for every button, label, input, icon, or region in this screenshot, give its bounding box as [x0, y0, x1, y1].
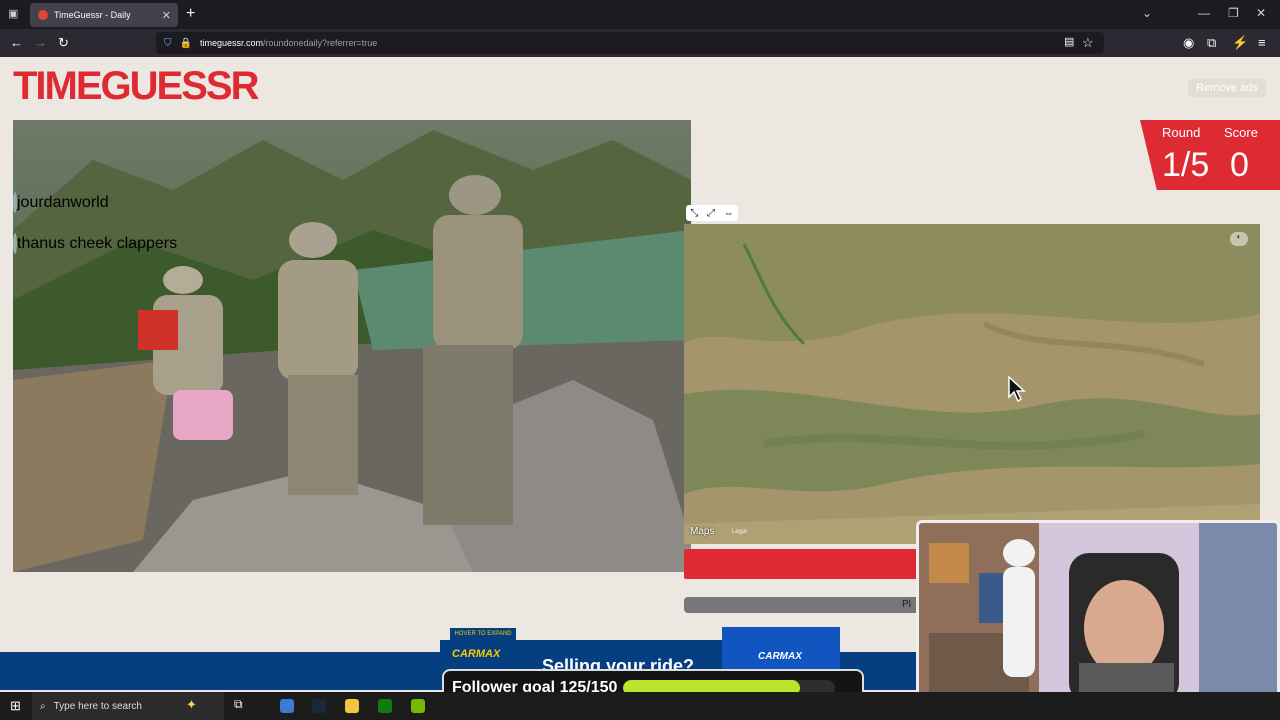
lock-icon[interactable]: 🔒: [180, 38, 192, 49]
tab-title: TimeGuessr - Daily: [54, 10, 131, 20]
task-view-icon[interactable]: ⧉: [234, 697, 243, 712]
remove-ads-button[interactable]: Remove ads: [1188, 79, 1266, 97]
round-value: 1/5: [1162, 146, 1210, 184]
carmax-logo: CARMAX: [758, 651, 802, 662]
ad-expand-label[interactable]: HOVER TO EXPAND: [450, 628, 516, 640]
close-tab-icon[interactable]: ✕: [162, 9, 171, 22]
steam-icon[interactable]: [312, 699, 326, 713]
maps-legal-link[interactable]: Legal: [732, 529, 747, 535]
mouse-cursor-icon: [1008, 376, 1026, 402]
score-label: Score: [1224, 125, 1258, 140]
viewer-entry: thanus cheek clappers: [13, 233, 178, 254]
compass-icon[interactable]: ◐: [1230, 232, 1248, 246]
minimize-icon[interactable]: —: [1198, 6, 1210, 20]
file-explorer-icon[interactable]: [345, 699, 359, 713]
round-score-panel: Round Score 1/5 0: [1140, 120, 1280, 190]
nvidia-icon[interactable]: [411, 699, 425, 713]
windows-taskbar: ⊞ ⌕ Type here to search ✦ ⧉: [0, 692, 1280, 720]
forward-icon[interactable]: →: [34, 35, 47, 50]
window-close-icon[interactable]: ✕: [1256, 6, 1266, 20]
taskbar-search-placeholder: Type here to search: [53, 700, 142, 712]
apple-maps-attribution: Maps: [690, 526, 715, 537]
back-icon[interactable]: ←: [10, 35, 23, 50]
shrink-map-icon[interactable]: ⤡: [690, 208, 698, 219]
carmax-logo: CARMAX: [452, 648, 501, 660]
restore-icon[interactable]: ❐: [1228, 6, 1239, 20]
extensions-icon[interactable]: ⧉: [1207, 35, 1216, 51]
favicon-icon: [38, 10, 48, 20]
url-text: timeguessr.com/roundonedaily?referrer=tr…: [199, 38, 378, 48]
extension-icon[interactable]: ⚡: [1232, 35, 1248, 51]
bookmark-star-icon[interactable]: ☆: [1082, 35, 1094, 51]
xbox-icon[interactable]: [378, 699, 392, 713]
viewer-entry: jourdanworld: [13, 192, 109, 213]
map-size-controls: ⤡ ⤢ ⇔: [686, 205, 738, 221]
guess-map[interactable]: ◐ Maps Legal: [684, 224, 1260, 544]
timeguessr-logo[interactable]: TIMEGUESSR: [13, 66, 259, 106]
viewer-name: jourdanworld: [17, 194, 109, 211]
round-label: Round: [1162, 125, 1201, 140]
account-icon[interactable]: ◉: [1183, 35, 1194, 51]
browser-tab[interactable]: TimeGuessr - Daily ✕: [30, 3, 178, 27]
score-value: 0: [1230, 146, 1249, 184]
navigation-bar: ← → ↻ ⛉ 🔒 timeguessr.com/roundonedaily?r…: [0, 29, 1280, 57]
shield-icon[interactable]: ⛉: [164, 38, 172, 49]
viewer-name: thanus cheek clappers: [17, 235, 178, 252]
reader-view-icon[interactable]: ▤: [1064, 35, 1074, 48]
copilot-app-icon[interactable]: [280, 699, 294, 713]
webcam-feed: [919, 523, 1277, 717]
round-photo[interactable]: jourdanworld thanus cheek clappers: [13, 120, 691, 572]
satellite-terrain: [684, 224, 1260, 544]
streamer-webcam: [916, 520, 1280, 720]
tab-overflow-icon[interactable]: ⌄: [1142, 6, 1152, 20]
expand-map-icon[interactable]: ⤢: [707, 208, 715, 219]
reload-icon[interactable]: ↻: [58, 35, 69, 51]
soldiers-photo: [13, 120, 691, 572]
progress-label: Pl: [902, 599, 911, 610]
tab-list-icon[interactable]: ▣: [8, 7, 18, 20]
new-tab-icon[interactable]: +: [186, 5, 195, 23]
menu-icon[interactable]: ≡: [1258, 35, 1266, 50]
address-bar[interactable]: ⛉ 🔒 timeguessr.com/roundonedaily?referre…: [156, 32, 1104, 54]
copilot-sparkle-icon[interactable]: ✦: [186, 697, 197, 713]
search-icon: ⌕: [40, 700, 46, 712]
browser-tab-bar: ▣ TimeGuessr - Daily ✕ + ⌄ — ❐ ✕: [0, 0, 1280, 29]
windows-start-icon[interactable]: ⊞: [10, 698, 21, 714]
pin-map-icon[interactable]: ⇔: [724, 208, 734, 219]
